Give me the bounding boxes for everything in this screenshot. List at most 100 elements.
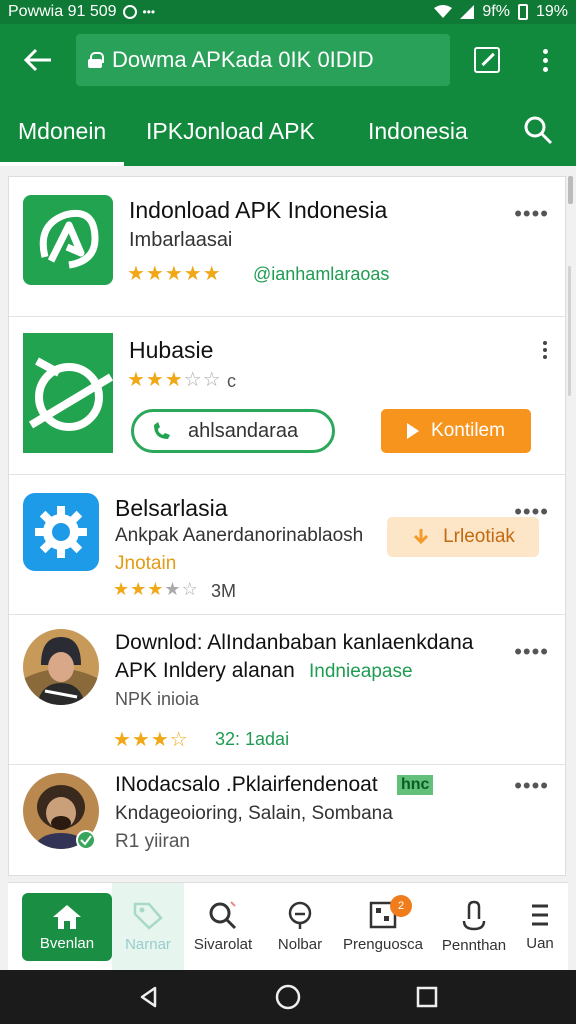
carrier-label: Powwia 91 509 [8, 3, 117, 20]
touch-icon [462, 900, 486, 931]
back-button[interactable] [0, 24, 76, 96]
app-card[interactable]: INodacsalo .Pklairfendenoat hnc Kndageoi… [9, 765, 565, 875]
app-icon [23, 195, 113, 285]
button-label: Lrleotiak [443, 526, 515, 547]
nav-home[interactable]: Bvenlan [22, 893, 112, 961]
bottom-nav: Bvenlan Narnar Sivarolat Nolbar Prenguos… [8, 882, 568, 970]
status-bar: Powwia 91 509 ••• 9f% 19% [0, 0, 576, 24]
app-category: Jnotain [115, 553, 177, 574]
nav-search[interactable]: Sivarolat [184, 883, 262, 970]
more-options-icon[interactable]: •••• [514, 639, 549, 665]
badge-label: hnc [397, 775, 434, 795]
scrollbar[interactable] [568, 176, 573, 876]
app-card[interactable]: Downlod: AlIndanbaban kanlaenkdana APK I… [9, 615, 565, 765]
app-card[interactable]: Hubasie ★★★☆☆ c ahlsandaraa Kontilem [9, 317, 565, 475]
nav-touch[interactable]: Pennthan [428, 883, 520, 970]
rating-stars: ★★★☆ [113, 729, 189, 751]
tag-icon [133, 902, 163, 930]
preview-button[interactable]: ahlsandaraa [131, 409, 335, 453]
app-list: Indonload APK Indonesia Imbarlaasai ★★★★… [8, 176, 566, 876]
wifi-icon [434, 5, 453, 18]
app-card[interactable]: Indonload APK Indonesia Imbarlaasai ★★★★… [9, 177, 565, 317]
rating-stars: ★★★★★ [127, 263, 222, 285]
tab-label: Indonesia [368, 117, 468, 144]
location-icon [288, 901, 312, 929]
back-arrow-icon [24, 48, 51, 72]
system-nav-bar [0, 970, 576, 1024]
app-bar: Dowma APKada 0IK 0IDID [0, 24, 576, 96]
more-options-icon[interactable]: •••• [514, 201, 549, 227]
button-label: Kontilem [431, 420, 505, 441]
more-options-icon[interactable]: •••• [514, 773, 549, 799]
phone-icon [154, 422, 170, 439]
more-options-icon[interactable]: •••• [514, 499, 549, 525]
tab-label: Mdonein [18, 117, 107, 144]
signal-icon [460, 5, 475, 19]
play-icon [407, 423, 420, 439]
edit-button[interactable] [458, 24, 516, 96]
rating-stars: ★★★☆☆ [127, 369, 222, 391]
nav-label: Uan [526, 935, 554, 952]
more-options-icon[interactable] [543, 341, 547, 359]
notification-icon [122, 5, 137, 19]
battery-percent: 9f% [482, 3, 510, 20]
app-tag: @ianhamlaraoas [253, 264, 390, 284]
rating-count: 32: 1adai [215, 729, 290, 749]
nav-label: Sivarolat [193, 936, 253, 953]
rating-count: 3M [211, 581, 237, 601]
app-meta: R1 yiiran [115, 831, 190, 852]
edit-icon [474, 47, 500, 73]
app-title: Downlod: AlIndanbaban kanlaenkdana [115, 631, 474, 654]
tab-bar: Mdonein IPKJonload APK Indonesia [0, 96, 576, 166]
lock-icon [88, 52, 104, 68]
tab-home[interactable]: Mdonein [0, 96, 124, 166]
gear-icon [23, 493, 99, 571]
app-title: Hubasie [129, 337, 214, 363]
button-label: ahlsandaraa [188, 419, 299, 442]
app-title: Indonload APK Indonesia [129, 197, 388, 223]
app-developer: Imbarlaasai [129, 229, 233, 251]
install-button[interactable]: Kontilem [381, 409, 531, 453]
app-icon [23, 333, 114, 453]
nav-label: Nolbar [277, 936, 323, 953]
app-card[interactable]: Belsarlasia Ankpak Aanerdanorinablaosh J… [9, 475, 565, 615]
time-label: 19% [535, 3, 568, 20]
app-title: INodacsalo .Pklairfendenoat [115, 773, 378, 796]
app-category: Indnieapase [309, 661, 413, 682]
home-icon [53, 904, 81, 929]
more-vertical-icon [542, 48, 548, 72]
nav-label: Narnar [125, 936, 171, 953]
rating-count: c [227, 371, 236, 391]
tab-indonesia[interactable]: Indonesia [368, 96, 468, 166]
nav-tag[interactable]: Narnar [112, 883, 184, 970]
nav-label: Pennthan [441, 937, 507, 954]
app-developer: Kndageoioring, Salain, Sombana [115, 803, 393, 824]
home-circle-icon[interactable] [274, 983, 302, 1011]
menu-icon [532, 904, 548, 926]
url-field[interactable]: Dowma APKada 0IK 0IDID [76, 34, 450, 86]
nav-label: Bvenlan [39, 934, 95, 952]
tab-label: IPKJonload APK [146, 117, 315, 144]
app-title: Belsarlasia [115, 495, 228, 521]
nav-location[interactable]: Nolbar [262, 883, 338, 970]
app-developer: NPK inioia [115, 689, 200, 709]
back-triangle-icon[interactable] [137, 985, 161, 1009]
verified-icon [76, 830, 96, 850]
search-icon [209, 901, 237, 930]
green-arrow-icon [23, 195, 113, 285]
download-icon [414, 529, 429, 545]
overflow-menu-button[interactable] [516, 24, 574, 96]
green-leaf-icon [23, 333, 114, 453]
person-avatar [23, 629, 99, 705]
notification-badge: 2 [390, 895, 412, 917]
tab-download[interactable]: IPKJonload APK [146, 96, 315, 166]
app-icon [23, 493, 99, 571]
search-icon[interactable] [522, 114, 554, 146]
recents-square-icon[interactable] [415, 985, 439, 1009]
app-developer: Ankpak Aanerdanorinablaosh [115, 525, 364, 546]
nav-qr[interactable]: Prenguosca 2 [338, 883, 428, 970]
rating-stars: ★★★★☆ [113, 579, 199, 599]
more-notifications-icon: ••• [142, 5, 156, 19]
battery-icon [517, 4, 528, 20]
nav-menu[interactable]: Uan [520, 883, 560, 970]
